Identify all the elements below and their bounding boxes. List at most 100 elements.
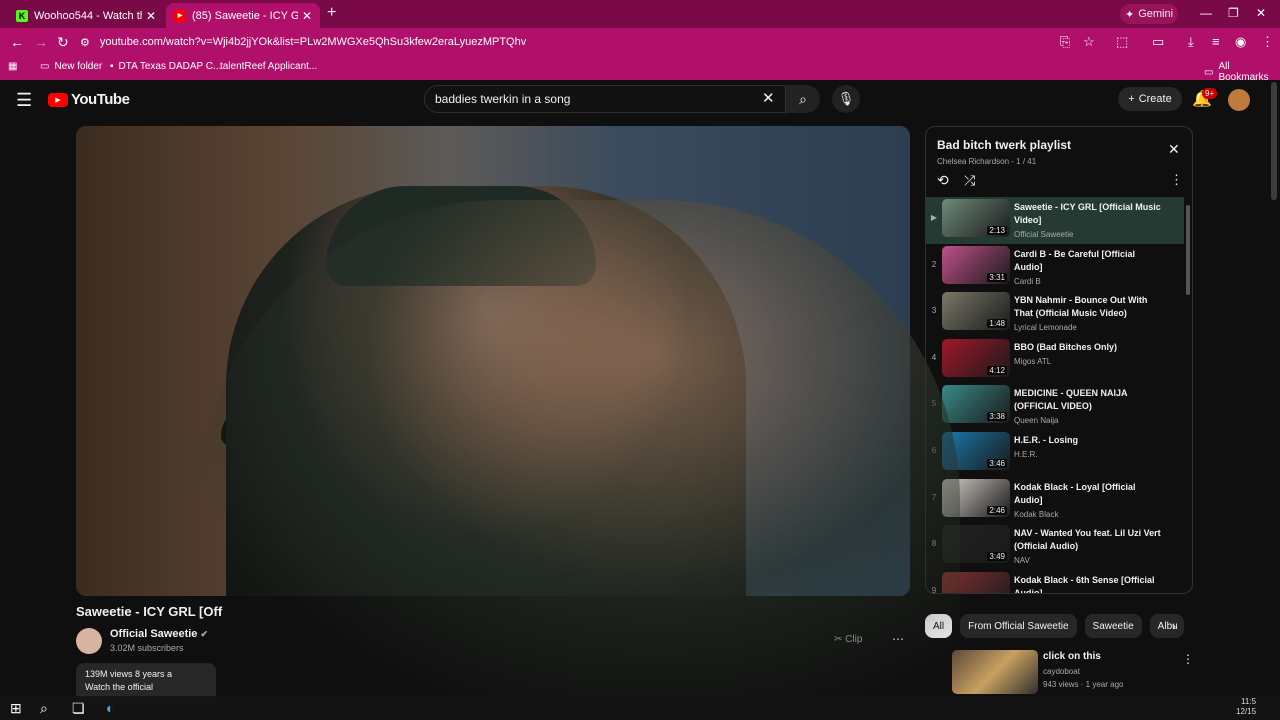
- playlist-item-index: ▶: [930, 213, 938, 222]
- playlist-item[interactable]: 4 4:12 BBO (Bad Bitches Only) Migos ATL: [926, 337, 1184, 384]
- playlist-scrollbar[interactable]: [1186, 205, 1190, 295]
- playlist-item-thumbnail[interactable]: 2:46: [942, 478, 1010, 517]
- create-button[interactable]: + Create: [1118, 87, 1182, 111]
- bookmark-talentreef[interactable]: ◌ talentReef Applicant...: [209, 61, 317, 72]
- gemini-button[interactable]: ✦ Gemini: [1120, 4, 1178, 24]
- bookmark-dta-texas[interactable]: ▪ DTA Texas DADAP C...: [110, 61, 221, 72]
- playlist-item[interactable]: 5 3:38 MEDICINE - QUEEN NAIJA (OFFICIAL VI…: [926, 383, 1184, 430]
- close-window-icon[interactable]: ✕: [1256, 6, 1266, 20]
- site-info-icon[interactable]: ⚙: [80, 36, 90, 49]
- playlist-item[interactable]: 3 1:48 YBN Nahmir - Bounce Out With That (…: [926, 290, 1184, 337]
- clip-button[interactable]: ✂ Clip: [834, 634, 862, 645]
- download-icon[interactable]: ⤓: [1188, 34, 1194, 50]
- cast-icon[interactable]: ▭: [1152, 34, 1164, 50]
- chevron-right-icon[interactable]: ›: [1172, 619, 1176, 633]
- channel-name-text: Official Saweetie: [110, 628, 198, 640]
- playlist-item-thumbnail[interactable]: 3:15: [942, 571, 1010, 593]
- playlist-item-thumbnail[interactable]: 3:49: [942, 525, 1010, 564]
- page-scrollbar[interactable]: [1271, 82, 1277, 200]
- playlist-item-title[interactable]: YBN Nahmir - Bounce Out With That (Offic…: [1014, 294, 1164, 320]
- gemini-label: Gemini: [1138, 8, 1174, 20]
- playlist-item[interactable]: 6 3:46 H.E.R. - Losing H.E.R.: [926, 430, 1184, 477]
- playlist-item-index: 5: [931, 399, 937, 409]
- edge-icon[interactable]: ◐: [106, 700, 114, 716]
- reload-icon[interactable]: ↻: [57, 34, 69, 51]
- playlist-item-thumbnail[interactable]: 3:31: [942, 245, 1010, 284]
- account-avatar[interactable]: [1228, 89, 1250, 111]
- playlist-more-icon[interactable]: ⋮: [1170, 172, 1183, 188]
- plus-icon: +: [1128, 93, 1135, 105]
- chip-all[interactable]: All: [925, 614, 953, 638]
- install-app-icon[interactable]: ⎘: [1060, 34, 1070, 50]
- close-tab-icon[interactable]: ✕: [146, 9, 156, 23]
- playlist-item-title[interactable]: Cardi B - Be Careful [Official Audio]: [1014, 248, 1164, 274]
- chip-albums[interactable]: Albu: [1149, 614, 1184, 638]
- playlist-item-title[interactable]: BBO (Bad Bitches Only): [1014, 341, 1164, 354]
- duration-badge: 3:38: [987, 412, 1007, 422]
- recommended-channel[interactable]: caydoboat: [1043, 667, 1080, 676]
- bookmark-star-icon[interactable]: ☆: [1083, 34, 1095, 50]
- task-view-icon[interactable]: ❏: [72, 700, 85, 717]
- profile-icon[interactable]: ◉: [1235, 34, 1246, 50]
- recommended-title[interactable]: click on this: [1043, 651, 1101, 662]
- playlist-item-thumbnail[interactable]: 4:12: [942, 338, 1010, 377]
- search-icon[interactable]: ⌕: [40, 700, 48, 717]
- playlist-item-channel: Kodak Black: [1014, 509, 1059, 519]
- chip-saweetie[interactable]: Saweetie: [1084, 614, 1142, 638]
- windows-start-icon[interactable]: ⊞: [10, 700, 22, 717]
- more-actions-icon[interactable]: ⋯: [892, 632, 904, 646]
- shuffle-icon[interactable]: ⤮: [964, 172, 975, 189]
- playlist-item-thumbnail[interactable]: 1:48: [942, 292, 1010, 331]
- playlist-item-title[interactable]: MEDICINE - QUEEN NAIJA (OFFICIAL VIDEO): [1014, 387, 1164, 413]
- folder-icon: ▭: [1204, 66, 1214, 78]
- playlist-item-title[interactable]: Kodak Black - 6th Sense [Official Audio]: [1014, 574, 1164, 593]
- tab-youtube[interactable]: ▶ (85) Saweetie - ICY GRL [Official ✕: [166, 3, 320, 28]
- youtube-logo[interactable]: ▶ YouTube: [48, 91, 130, 108]
- create-label: Create: [1138, 93, 1172, 105]
- playlist-item-thumbnail[interactable]: 2:13: [942, 199, 1010, 237]
- bookmark-label: DTA Texas DADAP C...: [118, 61, 222, 72]
- chip-from-channel[interactable]: From Official Saweetie: [960, 614, 1077, 638]
- close-playlist-icon[interactable]: ✕: [1168, 141, 1180, 158]
- search-input[interactable]: baddies twerkin in a song: [424, 85, 786, 113]
- apps-grid-icon[interactable]: ▦: [8, 61, 17, 72]
- reading-list-icon[interactable]: ≡: [1212, 34, 1220, 49]
- playlist-item[interactable]: 7 2:46 Kodak Black - Loyal [Official Audio…: [926, 477, 1184, 524]
- playlist-item[interactable]: ▶ 2:13 Saweetie - ICY GRL [Official Music …: [926, 197, 1184, 244]
- hamburger-menu-icon[interactable]: ☰: [16, 90, 32, 111]
- playlist-item-title[interactable]: NAV - Wanted You feat. Lil Uzi Vert (Off…: [1014, 527, 1164, 553]
- clear-search-icon[interactable]: ✕: [762, 89, 775, 107]
- playlist-item-title[interactable]: H.E.R. - Losing: [1014, 434, 1164, 447]
- close-tab-icon[interactable]: ✕: [302, 9, 312, 23]
- back-icon[interactable]: ←: [10, 34, 24, 50]
- minimize-icon[interactable]: —: [1200, 6, 1212, 20]
- playlist-title[interactable]: Bad bitch twerk playlist: [937, 138, 1071, 152]
- forward-icon[interactable]: →: [34, 34, 48, 50]
- playlist-item[interactable]: 8 3:49 NAV - Wanted You feat. Lil Uzi Vert…: [926, 523, 1184, 570]
- voice-search-button[interactable]: 🎙: [832, 85, 860, 113]
- playlist-item-title[interactable]: Kodak Black - Loyal [Official Audio]: [1014, 481, 1164, 507]
- channel-avatar[interactable]: [76, 628, 102, 654]
- playlist-item-title[interactable]: Saweetie - ICY GRL [Official Music Video…: [1014, 201, 1164, 227]
- playlist-item[interactable]: 2 3:31 Cardi B - Be Careful [Official Audi…: [926, 244, 1184, 291]
- address-bar[interactable]: ⚙ youtube.com/watch?v=Wji4b2jjYOk&list=P…: [80, 31, 1080, 53]
- new-tab-icon[interactable]: +: [327, 4, 336, 22]
- playlist-item-thumbnail[interactable]: 3:38: [942, 385, 1010, 424]
- recommended-more-icon[interactable]: ⋮: [1182, 652, 1194, 666]
- loop-icon[interactable]: ⟲: [937, 172, 949, 189]
- verified-icon: ✔: [200, 629, 209, 639]
- clock-date: 12/15: [1236, 707, 1257, 716]
- tab-kick-vod[interactable]: K Woohoo544 - Watch the VOD ✕: [8, 3, 164, 28]
- video-player[interactable]: [76, 126, 910, 596]
- playlist-item[interactable]: 9 3:15Kodak Black - 6th Sense [Official A…: [926, 570, 1184, 593]
- channel-name[interactable]: Official Saweetie ✔: [110, 628, 208, 640]
- playlist-item-thumbnail[interactable]: 3:46: [942, 431, 1010, 470]
- bookmark-new-folder[interactable]: ▭ New folder: [40, 61, 102, 72]
- extensions-icon[interactable]: ⬚: [1116, 34, 1128, 50]
- system-clock[interactable]: 11:5 12/15: [1236, 697, 1256, 717]
- recommended-thumbnail[interactable]: [952, 650, 1038, 694]
- menu-kebab-icon[interactable]: ⋮: [1261, 34, 1274, 50]
- search-button[interactable]: ⌕: [786, 85, 820, 113]
- restore-icon[interactable]: ❐: [1228, 6, 1239, 20]
- search-icon: ⌕: [799, 90, 807, 107]
